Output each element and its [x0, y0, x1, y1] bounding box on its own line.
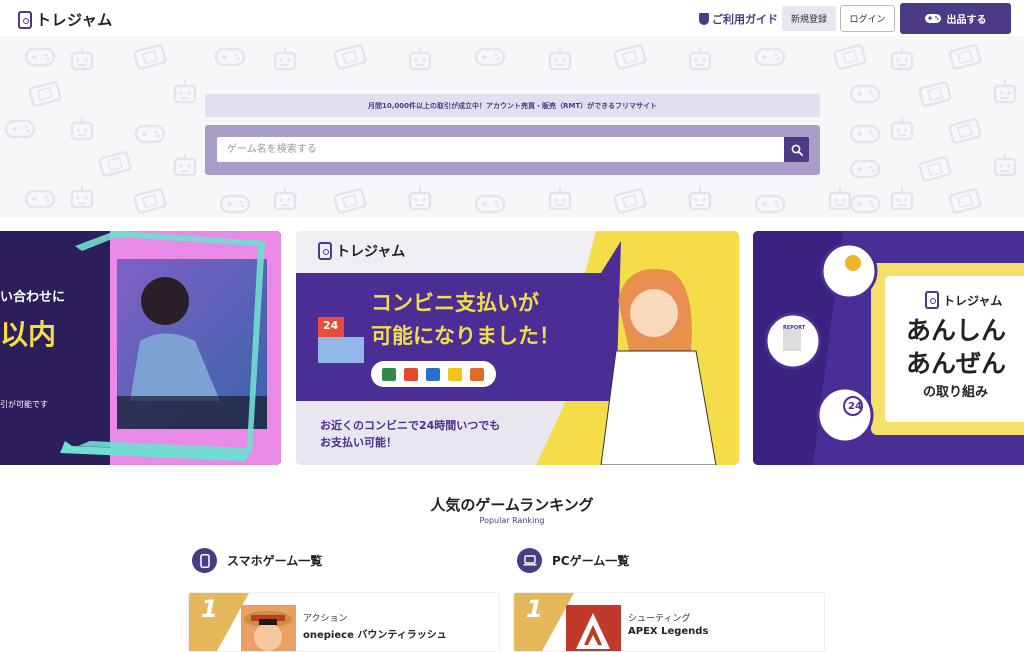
report-label: REPORT	[783, 325, 806, 331]
support-line2: 以内	[0, 318, 57, 351]
ranking-title: 人気のゲームランキング	[430, 496, 594, 514]
banner-logo-text: トレジャム	[336, 244, 406, 260]
game-genre: アクション	[303, 614, 348, 624]
guide-label: ご利用ガイド	[712, 13, 778, 26]
site-header: トレジャム ご利用ガイド 新規登録 ログイン 出品する	[0, 0, 1024, 38]
gamepad-icon	[924, 14, 941, 23]
game-genre: シューティング	[628, 614, 691, 624]
rank-number: 1	[201, 595, 218, 623]
section-label: スマホゲーム一覧	[227, 554, 323, 568]
site-logo[interactable]: トレジャム	[18, 9, 113, 30]
search-button[interactable]	[784, 137, 809, 162]
search-icon	[791, 144, 803, 156]
banner-logo: トレジャム	[318, 241, 405, 261]
logo-text: トレジャム	[36, 11, 113, 29]
safety-line3: の取り組み	[923, 385, 989, 400]
game-search-input[interactable]	[217, 137, 785, 162]
ranking-item[interactable]: 1 アクション onepiece バウンティラッシュ	[188, 592, 500, 652]
section-label: PCゲーム一覧	[552, 554, 630, 568]
laptop-icon	[517, 548, 542, 573]
safety-line1: あんしん	[906, 316, 1007, 345]
safety-logo-text: トレジャム	[943, 293, 1003, 308]
game-name: APEX Legends	[628, 626, 709, 637]
guide-link[interactable]: ご利用ガイド	[699, 11, 778, 27]
game-name: onepiece バウンティラッシュ	[303, 630, 447, 641]
rank-number: 1	[526, 595, 543, 623]
rank-badge	[514, 593, 574, 651]
safety-logo: トレジャム	[925, 291, 1002, 309]
banner-safety[interactable]: トレジャム あんしん あんぜん の取り組み REPORT 24	[753, 231, 1024, 465]
convenience-sub1: お近くのコンビニで24時間いつでも	[320, 419, 501, 432]
logo-bag-icon	[18, 10, 32, 29]
ranking-item[interactable]: 1 シューティング APEX Legends	[513, 592, 825, 652]
rank-badge	[189, 593, 249, 651]
hero-section: 月間10,000件以上の取引が成立中！アカウント売買・販売（RMT）ができるフリ…	[0, 39, 1024, 217]
safety-line2: あんぜん	[906, 349, 1007, 378]
section-mobile-games[interactable]: スマホゲーム一覧	[192, 548, 322, 573]
register-button[interactable]: 新規登録	[782, 6, 836, 31]
site-tagline: 月間10,000件以上の取引が成立中！アカウント売買・販売（RMT）ができるフリ…	[205, 94, 820, 117]
smartphone-icon	[192, 548, 217, 573]
login-button[interactable]: ログイン	[840, 5, 895, 32]
convenience-headline1: コンビニ支払いが	[371, 291, 539, 315]
support-line1: い合わせに	[0, 290, 66, 305]
convenience-sub2: お支払い可能！	[320, 436, 397, 449]
logo-bag-icon	[318, 242, 332, 260]
sell-label: 出品する	[946, 15, 987, 26]
clock-label: 24	[848, 401, 862, 412]
banner-support[interactable]: い合わせに 以内 引が可能です	[0, 231, 281, 465]
shield-icon	[699, 13, 709, 25]
search-box	[205, 125, 820, 175]
banner-convenience-payment[interactable]: トレジャム コンビニ支払いが 可能になりました！ 24 お近くのコンビニで24時…	[296, 231, 739, 465]
hours-badge: 24	[323, 319, 339, 332]
support-line3: 引が可能です	[0, 400, 48, 409]
convenience-headline2: 可能になりました！	[371, 324, 560, 348]
section-pc-games[interactable]: PCゲーム一覧	[517, 548, 629, 573]
sell-button[interactable]: 出品する	[900, 3, 1011, 34]
logo-bag-icon	[925, 291, 939, 309]
ranking-subtitle: Popular Ranking	[479, 516, 545, 525]
